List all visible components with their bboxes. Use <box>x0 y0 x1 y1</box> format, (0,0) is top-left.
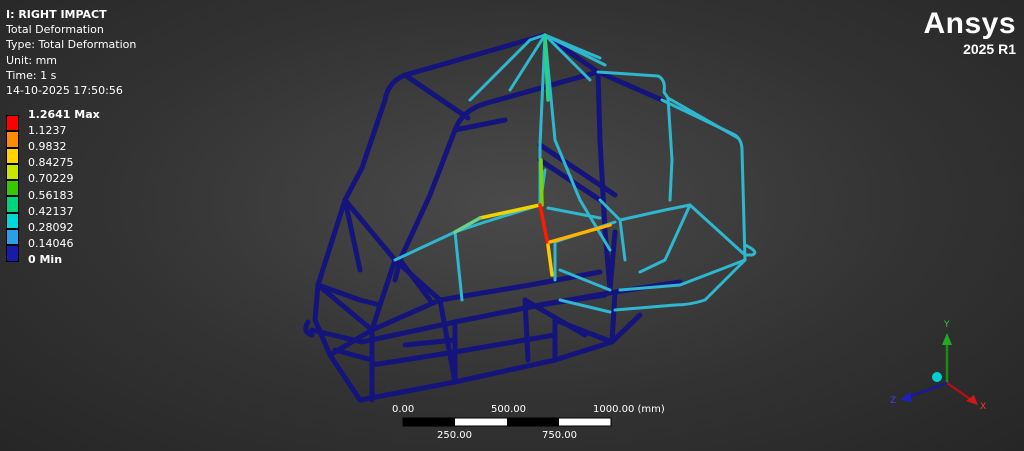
y-axis-arrow: Y <box>942 320 952 383</box>
legend-label: 0.56183 <box>28 189 74 202</box>
legend-swatch <box>6 180 19 197</box>
result-timestamp: 14-10-2025 17:50:56 <box>6 84 123 98</box>
legend-swatch <box>6 147 19 164</box>
brand-name: Ansys <box>923 7 1016 40</box>
legend-swatch <box>6 131 19 148</box>
frame-members-high-deformation <box>453 33 612 277</box>
scale-label-0: 0.00 <box>392 404 415 415</box>
coordinate-triad[interactable]: Y X Z <box>880 315 1000 415</box>
z-axis-arrow: Z <box>890 381 948 406</box>
result-type: Type: Total Deformation <box>6 38 137 52</box>
legend-label: 1.1237 <box>28 124 67 137</box>
legend-swatch <box>6 196 19 213</box>
x-axis-arrow: X <box>946 381 986 412</box>
legend-swatch <box>6 229 19 246</box>
scale-label-500: 500.00 <box>491 404 526 415</box>
result-time: Time: 1 s <box>6 68 57 82</box>
ansys-logo: Ansys 2025 R1 <box>923 7 1016 58</box>
scale-label-1000: 1000.00 (mm) <box>593 404 665 415</box>
legend-label: 0.84275 <box>28 156 74 169</box>
frame-model-view[interactable] <box>0 0 1024 451</box>
legend-label: 0.42137 <box>28 205 74 218</box>
scale-label-750: 750.00 <box>542 430 577 441</box>
frame-members-low-deformation <box>303 32 683 403</box>
legend-label: 0.70229 <box>28 172 74 185</box>
analysis-title: I: RIGHT IMPACT <box>6 8 107 21</box>
legend-swatch <box>6 212 19 230</box>
z-axis-label: Z <box>890 396 896 406</box>
y-axis-label: Y <box>943 320 950 330</box>
brand-version: 2025 R1 <box>963 41 1016 57</box>
legend-color-bar <box>6 115 19 262</box>
legend-max-label: 1.2641 Max <box>28 108 100 121</box>
legend-swatch <box>6 245 19 262</box>
legend-label: 0.9832 <box>28 140 67 153</box>
triad-origin-sphere <box>932 372 942 382</box>
legend-label: 0.28092 <box>28 221 74 234</box>
scale-label-250: 250.00 <box>437 430 472 441</box>
legend-label: 0.14046 <box>28 237 74 250</box>
x-axis-label: X <box>980 402 986 412</box>
legend-swatch <box>6 115 19 132</box>
legend-swatch <box>6 163 19 181</box>
result-unit: Unit: mm <box>6 53 58 67</box>
result-name: Total Deformation <box>6 23 104 37</box>
legend-min-label: 0 Min <box>28 253 63 266</box>
result-info-panel: I: RIGHT IMPACT Total Deformation Type: … <box>6 7 136 98</box>
